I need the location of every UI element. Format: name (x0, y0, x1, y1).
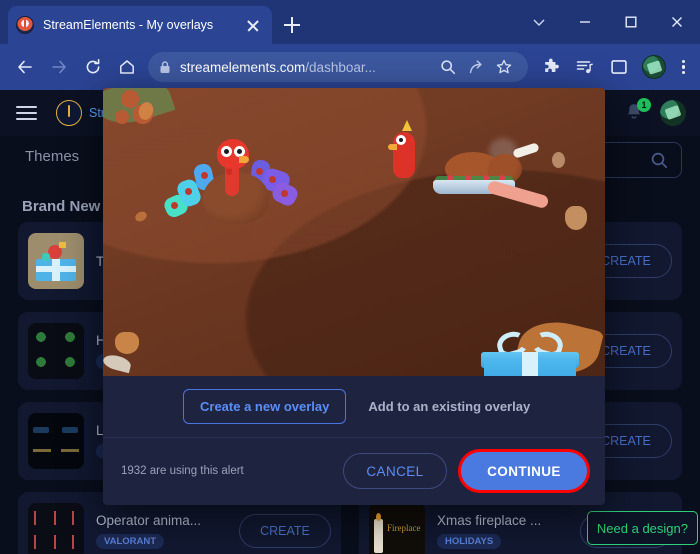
create-new-overlay-button[interactable]: Create a new overlay (183, 389, 347, 424)
modal-footer: 1932 are using this alert CANCEL CONTINU… (103, 438, 605, 504)
nut-icon (133, 209, 149, 224)
turkey-character (161, 136, 301, 226)
overlay-choice-row: Create a new overlay Add to an existing … (103, 376, 605, 438)
acorn-icon (115, 332, 139, 354)
alert-usage-count: 1932 are using this alert (121, 465, 244, 477)
continue-button[interactable]: CONTINUE (461, 452, 587, 490)
acorn-icon (565, 206, 587, 230)
gift-box-icon (481, 328, 579, 376)
nut-icon (552, 152, 565, 168)
add-existing-overlay-link[interactable]: Add to an existing overlay (368, 399, 530, 414)
petal-icon (103, 352, 133, 374)
alert-preview-image (103, 88, 605, 376)
alert-preview-modal: Create a new overlay Add to an existing … (103, 88, 605, 505)
small-turkey-character (387, 118, 421, 180)
cancel-button[interactable]: CANCEL (343, 453, 447, 489)
footer-actions: CANCEL CONTINUE (343, 452, 587, 490)
screen: StreamElements - My overlays streameleme… (0, 0, 700, 554)
roast-turkey-platter (433, 138, 550, 210)
